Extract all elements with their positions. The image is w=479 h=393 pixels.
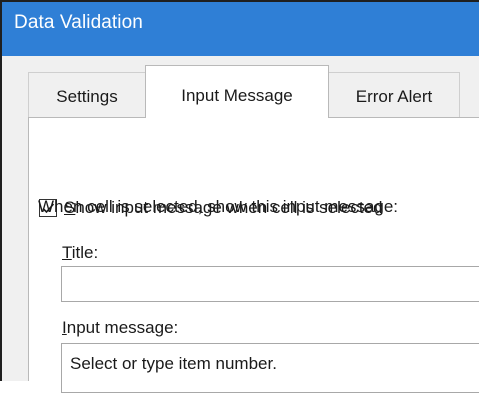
tab-strip: Settings Input Message Error Alert xyxy=(2,56,479,118)
tab-error-alert-label: Error Alert xyxy=(355,87,433,106)
tab-settings[interactable]: Settings xyxy=(28,72,146,117)
tab-input-message[interactable]: Input Message xyxy=(145,65,329,118)
prompt-text: When cell is selected, show this input m… xyxy=(38,197,399,216)
tab-input-message-label: Input Message xyxy=(181,86,293,105)
titlebar[interactable]: Data Validation xyxy=(2,2,479,56)
title-input[interactable] xyxy=(61,266,479,302)
title-label: Title: xyxy=(62,243,98,263)
input-message-textarea[interactable]: Select or type item number. xyxy=(61,343,479,393)
title-label-mnemonic: T xyxy=(62,243,72,262)
window-title: Data Validation xyxy=(14,12,143,33)
title-label-rest: itle: xyxy=(71,243,99,262)
tab-error-alert[interactable]: Error Alert xyxy=(328,72,460,117)
input-message-label: Input message: xyxy=(62,318,178,338)
input-message-label-rest: nput message: xyxy=(66,318,179,337)
tab-settings-label: Settings xyxy=(56,87,118,106)
